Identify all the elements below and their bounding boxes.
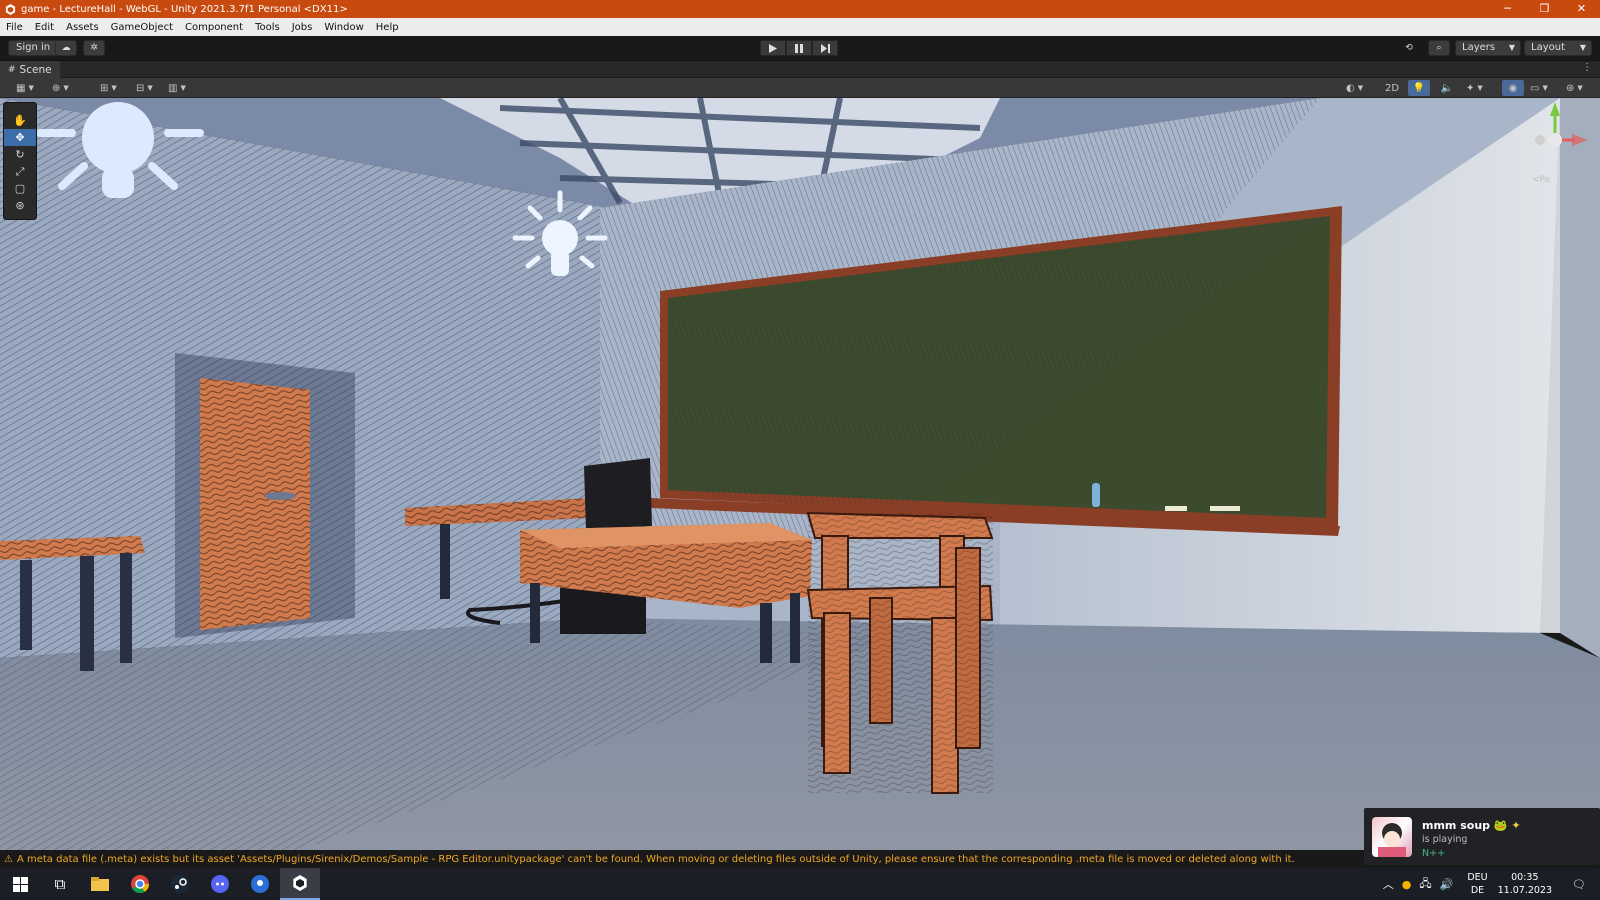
menu-help[interactable]: Help [370,22,405,33]
restore-button[interactable]: ❐ [1526,0,1563,18]
tool-palette: ✋ ✥ ↻ ⤢ ▢ ⊛ [3,102,37,220]
hand-tool-icon[interactable]: ✋ [4,112,36,129]
scene-toolbar: ▦ ▼ ⊕ ▼ ⊞ ▼ ⊟ ▼ ▥ ▼ ◐ ▼ 2D 💡 🔈 ✦ ▼ ◉ ▭ ▼ ⊛ ▼ [0,78,1600,98]
scene-visibility-icon[interactable]: ◉ [1502,80,1524,96]
step-button[interactable] [812,40,838,56]
layers-label: Layers [1462,42,1496,53]
collab-icon[interactable]: ✲ [83,40,105,56]
menu-bar: File Edit Assets GameObject Component To… [0,18,1600,36]
chevron-up-icon[interactable]: ︿ [1383,876,1394,892]
rect-tool-icon[interactable]: ▢ [4,180,36,197]
task-view-icon[interactable]: ⧉ [40,868,80,900]
lighting-toggle-icon[interactable]: 💡 [1408,80,1430,96]
move-tool-icon[interactable]: ✥ [4,129,36,146]
windows-start-icon[interactable] [0,868,40,900]
language-primary: DEU [1467,872,1488,883]
increment-snap-icon[interactable]: ▥ ▼ [168,80,186,96]
tab-bar: # Scene ⋮ [0,61,1600,78]
effects-icon[interactable]: ✦ ▼ [1466,80,1483,96]
volume-icon[interactable]: 🔊 [1440,878,1454,891]
menu-edit[interactable]: Edit [29,22,60,33]
clock-date: 11.07.2023 [1497,885,1553,896]
unity-logo-icon [4,3,16,15]
system-tray: ︿ ● 🖧 🔊 DEU DE 00:35 11.07.2023 🗨 [1379,868,1600,900]
discord-icon[interactable] [200,868,240,900]
shading-mode-icon[interactable]: ◐ ▼ [1346,80,1363,96]
play-controls [760,40,838,56]
global-icon[interactable]: ⊕ ▼ [52,80,69,96]
pause-button[interactable] [786,40,812,56]
clock[interactable]: 00:35 11.07.2023 [1498,871,1552,897]
sparkle-icon: ✦ [1511,819,1521,832]
tab-scene-label: Scene [19,63,52,76]
chevron-down-icon: ▼ [1508,43,1515,52]
grid-icon: # [8,64,16,75]
more-options-icon[interactable]: ⋮ [1582,62,1592,73]
play-button[interactable] [760,40,786,56]
language-indicator[interactable]: DEU DE [1467,871,1487,897]
search-icon[interactable]: ⌕ [1428,40,1450,56]
grid-snap-icon[interactable]: ⊟ ▼ [136,80,153,96]
main-toolbar: Sign in ☁ ✲ ⟲ ⌕ Layers ▼ Layout ▼ [0,36,1600,61]
menu-file[interactable]: File [0,22,29,33]
audio-toggle-icon[interactable]: 🔈 [1436,80,1458,96]
history-icon[interactable]: ⟲ [1398,40,1420,56]
sign-in-button[interactable]: Sign in [8,40,59,56]
layout-dropdown[interactable]: Layout ▼ [1524,40,1592,56]
discord-username: mmm soup [1422,819,1491,832]
frog-icon: 🐸 [1493,819,1508,832]
avatar [1372,817,1412,857]
minimize-button[interactable]: ─ [1489,0,1526,18]
snap-icon[interactable]: ⊞ ▼ [100,80,117,96]
menu-component[interactable]: Component [179,22,249,33]
menu-assets[interactable]: Assets [60,22,105,33]
tab-scene[interactable]: # Scene [0,61,60,78]
console-status-bar[interactable]: ⚠ A meta data file (.meta) exists but it… [0,850,1600,868]
chrome-tray-icon[interactable]: ● [1402,878,1412,891]
steam-icon[interactable] [160,868,200,900]
chrome-icon[interactable] [120,868,160,900]
transform-tool-icon[interactable]: ⊛ [4,197,36,214]
title-bar: game - LectureHall - WebGL - Unity 2021.… [0,0,1600,18]
file-explorer-icon[interactable] [80,868,120,900]
rotate-tool-icon[interactable]: ↻ [4,146,36,163]
scene-viewport[interactable]: <Pe [0,98,1600,850]
chevron-down-icon: ▼ [1579,43,1586,52]
network-icon[interactable]: 🖧 [1419,875,1431,894]
warning-icon: ⚠ [4,853,13,865]
mode-2d-button[interactable]: 2D [1380,80,1404,96]
menu-window[interactable]: Window [318,22,369,33]
draw-mode-icon[interactable]: ▦ ▼ [16,80,34,96]
notification-icon[interactable]: 🗨 [1572,878,1586,891]
layers-dropdown[interactable]: Layers ▼ [1455,40,1521,56]
discord-status: is playing [1422,834,1468,845]
camera-icon[interactable]: ▭ ▼ [1530,80,1548,96]
windows-taskbar: ⧉ ︿ ● 🖧 🔊 DEU DE 00:35 11.07.2023 🗨 [0,868,1600,900]
menu-tools[interactable]: Tools [249,22,286,33]
discord-activity-popup[interactable]: mmm soup 🐸 ✦ is playing N++ [1364,808,1600,865]
menu-gameobject[interactable]: GameObject [105,22,179,33]
chair [806,511,994,794]
cloud-icon[interactable]: ☁ [55,40,77,56]
svg-text:<Pe: <Pe [1532,175,1551,185]
scale-tool-icon[interactable]: ⤢ [4,163,36,180]
status-message: A meta data file (.meta) exists but its … [16,853,1295,865]
clock-time: 00:35 [1511,872,1539,883]
language-secondary: DE [1470,885,1485,896]
water-bottle [1092,483,1100,507]
door [175,353,355,638]
window-title: game - LectureHall - WebGL - Unity 2021.… [21,3,348,15]
close-button[interactable]: ✕ [1563,0,1600,18]
maps-icon[interactable] [240,868,280,900]
gizmos-icon[interactable]: ⊛ ▼ [1566,80,1583,96]
layout-label: Layout [1531,42,1565,53]
unity-taskbar-icon[interactable] [280,868,320,900]
discord-game: N++ [1422,848,1446,859]
menu-jobs[interactable]: Jobs [286,22,319,33]
